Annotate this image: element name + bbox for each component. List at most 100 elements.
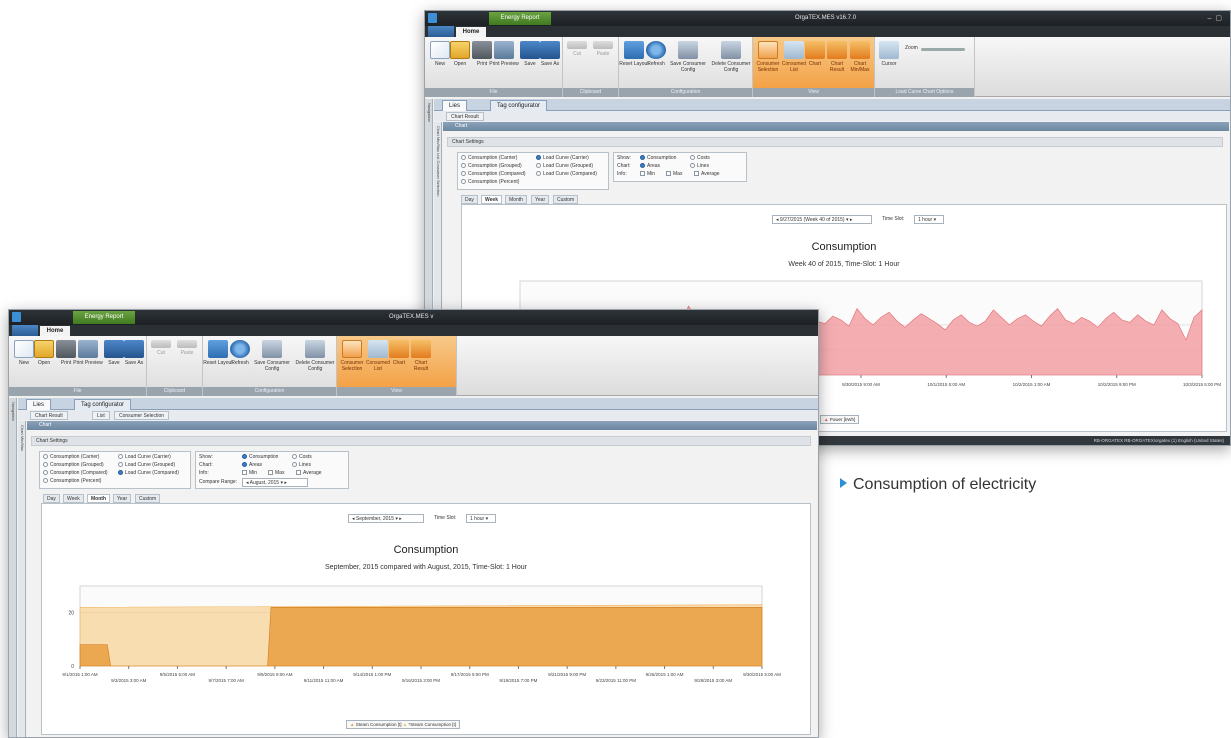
home-tab[interactable]: Home <box>40 326 70 336</box>
info-max-checkbox[interactable]: Max <box>666 171 682 178</box>
compare-range-select[interactable]: ◂ August, 2015 ▾ ▸ <box>242 478 308 487</box>
tab-lies[interactable]: Lies <box>442 100 468 111</box>
show-consumption-radio[interactable]: Consumption <box>242 454 278 461</box>
tab-tag-configurator[interactable]: Tag configurator <box>490 100 548 111</box>
option-load-curve-compared[interactable]: Load Curve (Compared) <box>118 470 179 477</box>
consumer-selection-icon <box>758 41 778 59</box>
ribbon-group-file: New Open Print Print Preview Save Save A… <box>9 336 147 396</box>
period-selector[interactable]: ◂ September, 2015 ▾ ▸ <box>348 514 424 523</box>
context-tab-energy-report[interactable]: Energy Report <box>489 12 551 25</box>
save-consumer-config-button[interactable]: Save Consumer Config <box>669 41 707 73</box>
tab-custom[interactable]: Custom <box>553 195 579 204</box>
chart-panel-header: Chart <box>443 122 1229 131</box>
info-max-checkbox[interactable]: Max <box>268 470 284 477</box>
info-min-checkbox[interactable]: Min <box>242 470 257 477</box>
time-slot-label: Time Slot: <box>434 515 457 521</box>
refresh-button[interactable]: Refresh <box>641 41 671 67</box>
chart-lines-radio[interactable]: Lines <box>292 462 311 469</box>
time-slot-select[interactable]: 1 hour ▾ <box>914 215 944 224</box>
ribbon-group-configuration: Reset Layout Refresh Save Consumer Confi… <box>203 336 337 396</box>
tab-day[interactable]: Day <box>461 195 478 204</box>
option-consumption-grouped[interactable]: Consumption (Grouped) <box>461 163 522 170</box>
delete-consumer-config-button[interactable]: Delete Consumer Config <box>711 41 751 73</box>
tab-day[interactable]: Day <box>43 494 60 503</box>
option-load-curve-grouped[interactable]: Load Curve (Grouped) <box>536 163 593 170</box>
chart-min-max-button[interactable]: Chart Min/Max <box>847 41 873 73</box>
tab-year[interactable]: Year <box>113 494 132 503</box>
cursor-button[interactable]: Cursor <box>877 41 901 67</box>
paste-button[interactable]: Paste <box>591 41 615 57</box>
home-tab[interactable]: Home <box>456 27 486 37</box>
save-as-icon <box>540 41 560 59</box>
zoom-slider[interactable] <box>921 48 965 51</box>
option-load-curve-carrier[interactable]: Load Curve (Carrier) <box>118 454 171 461</box>
save-as-button[interactable]: Save As <box>119 340 149 366</box>
option-load-curve-carrier[interactable]: Load Curve (Carrier) <box>536 155 589 162</box>
subtab-list[interactable]: List <box>92 411 110 420</box>
info-min-checkbox[interactable]: Min <box>640 171 655 178</box>
option-consumption-compared[interactable]: Consumption (Compared) <box>461 171 526 178</box>
chart-areas-radio[interactable]: Areas <box>242 462 262 469</box>
period-selector[interactable]: ◂ 9/27/2015 (Week 40 of 2015) ▾ ▸ <box>772 215 872 224</box>
ribbon-group-configuration: Reset Layout Refresh Save Consumer Confi… <box>619 37 753 97</box>
paste-icon <box>593 41 613 49</box>
option-consumption-carrier[interactable]: Consumption (Carrier) <box>461 155 517 162</box>
chart-lines-radio[interactable]: Lines <box>690 163 709 170</box>
group-label-load-curve: Load Curve Chart Options <box>875 88 974 97</box>
window-controls[interactable]: –▢ <box>1207 11 1226 26</box>
tab-month[interactable]: Month <box>87 494 110 503</box>
tool-strip[interactable]: Chart Min/Max <box>18 421 26 737</box>
subtab-chart-result[interactable]: Chart Result <box>446 112 484 121</box>
option-consumption-percent[interactable]: Consumption (Percent) <box>43 478 101 485</box>
chart-result-button[interactable]: Chart Result <box>409 340 433 372</box>
tab-week[interactable]: Week <box>63 494 84 503</box>
cut-button[interactable]: Cut <box>565 41 589 57</box>
save-as-button[interactable]: Save As <box>535 41 565 67</box>
delete-consumer-config-button[interactable]: Delete Consumer Config <box>295 340 335 372</box>
option-load-curve-grouped[interactable]: Load Curve (Grouped) <box>118 462 175 469</box>
chart-areas-radio[interactable]: Areas <box>640 163 660 170</box>
tab-lies[interactable]: Lies <box>26 399 52 410</box>
show-consumption-radio[interactable]: Consumption <box>640 155 676 162</box>
x-tick-label: 9/3/2015 3:00 AM <box>111 678 147 683</box>
option-consumption-compared[interactable]: Consumption (Compared) <box>43 470 108 477</box>
save-consumer-config-button[interactable]: Save Consumer Config <box>253 340 291 372</box>
tab-tag-configurator[interactable]: Tag configurator <box>74 399 132 410</box>
show-label: Show: <box>617 155 631 161</box>
chart-result-button[interactable]: Chart Result <box>825 41 849 73</box>
save-config-icon <box>678 41 698 59</box>
navigation-strip[interactable]: Navigation <box>9 398 17 737</box>
context-tab-energy-report[interactable]: Energy Report <box>73 311 135 324</box>
show-costs-radio[interactable]: Costs <box>690 155 710 162</box>
chart-button[interactable]: Chart <box>803 41 827 67</box>
ribbon-group-file: New Open Print Print Preview Save Save A… <box>425 37 563 97</box>
delete-config-icon <box>305 340 325 358</box>
group-label-configuration: Configuration <box>203 387 336 396</box>
refresh-button[interactable]: Refresh <box>225 340 255 366</box>
time-slot-select[interactable]: 1 hour ▾ <box>466 514 496 523</box>
document-tabs: Lies Tag configurator <box>434 99 1230 111</box>
x-tick-label: 9/23/2015 11:00 PM <box>596 678 636 683</box>
cut-button[interactable]: Cut <box>149 340 173 356</box>
chart-button[interactable]: Chart <box>387 340 411 366</box>
file-tab[interactable] <box>12 325 38 336</box>
subtab-chart-result[interactable]: Chart Result <box>30 411 68 420</box>
ribbon-tab-row: Home <box>9 325 818 336</box>
tab-year[interactable]: Year <box>531 195 550 204</box>
tab-custom[interactable]: Custom <box>135 494 161 503</box>
file-tab[interactable] <box>428 26 454 37</box>
subtab-consumer-selection[interactable]: Consumer Selection <box>114 411 170 420</box>
x-tick-label: 9/16/2015 3:00 PM <box>402 678 440 683</box>
print-preview-icon <box>494 41 514 59</box>
option-consumption-percent[interactable]: Consumption (Percent) <box>461 179 519 186</box>
info-average-checkbox[interactable]: Average <box>694 171 720 178</box>
option-consumption-grouped[interactable]: Consumption (Grouped) <box>43 462 104 469</box>
option-consumption-carrier[interactable]: Consumption (Carrier) <box>43 454 99 461</box>
show-costs-radio[interactable]: Costs <box>292 454 312 461</box>
paste-button[interactable]: Paste <box>175 340 199 356</box>
option-load-curve-compared[interactable]: Load Curve (Compared) <box>536 171 597 178</box>
tab-week[interactable]: Week <box>481 195 502 204</box>
tab-month[interactable]: Month <box>505 195 527 204</box>
info-average-checkbox[interactable]: Average <box>296 470 322 477</box>
ribbon-group-view: Consumer Selection Consumed List Chart C… <box>337 336 457 396</box>
